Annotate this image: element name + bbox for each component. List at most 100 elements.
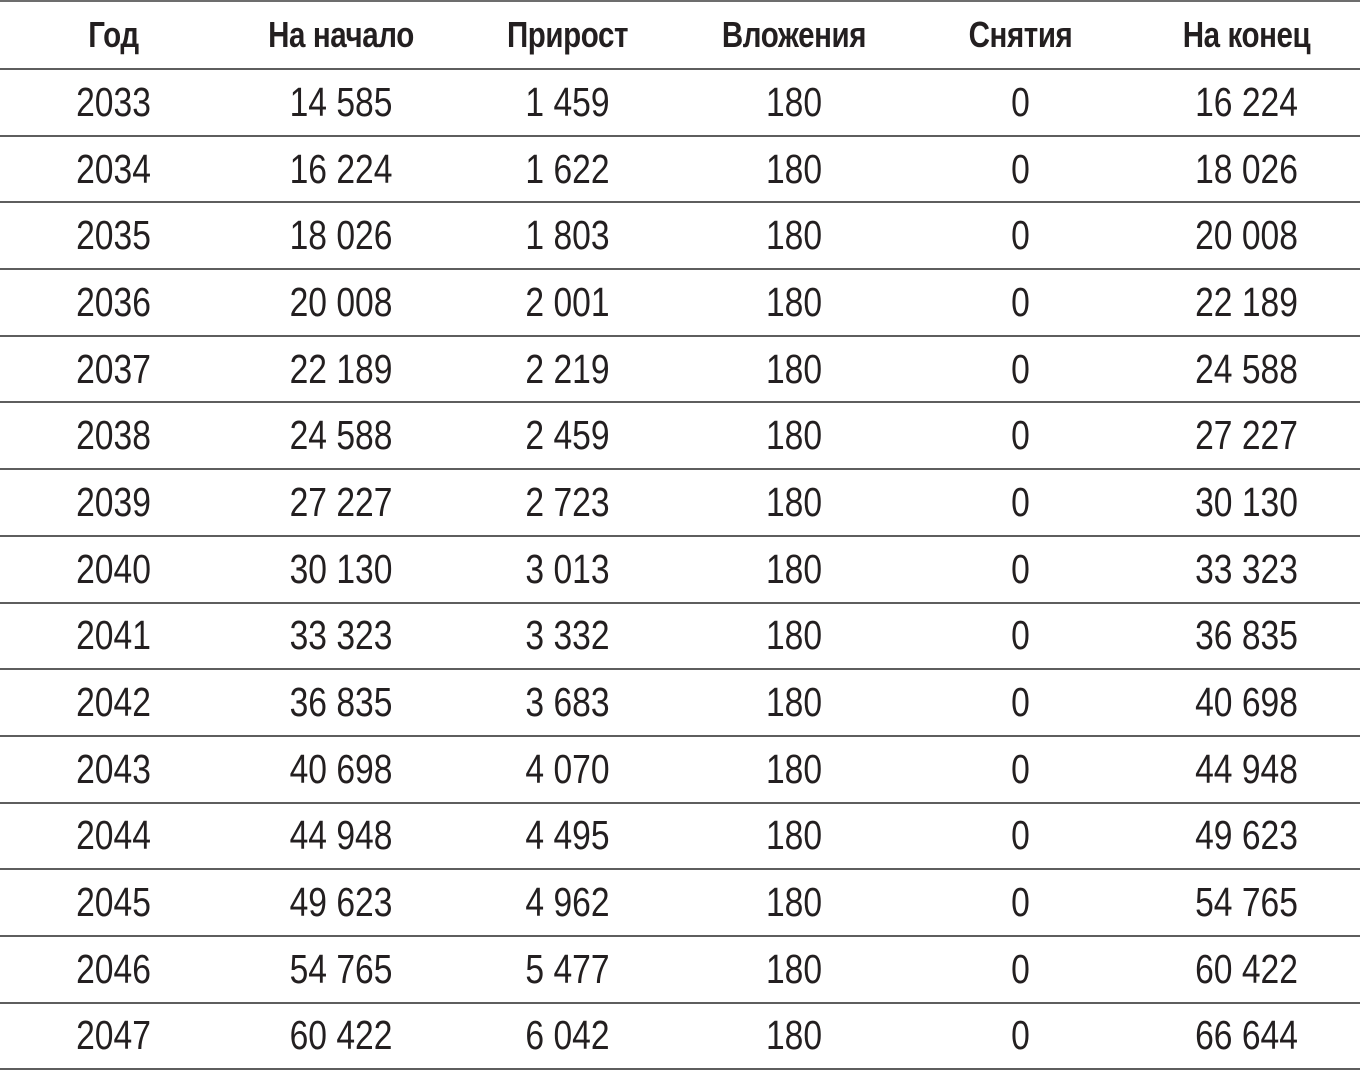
table-row: 2047 60 422 6 042 180 0 66 644 bbox=[0, 1004, 1360, 1070]
cell-start-balance: 30 130 bbox=[289, 545, 393, 592]
header-growth: Прирост bbox=[506, 14, 629, 55]
cell-contributions: 180 bbox=[765, 812, 823, 859]
table-row: 2036 20 008 2 001 180 0 22 189 bbox=[0, 270, 1360, 337]
cell-start-balance: 49 623 bbox=[289, 879, 393, 926]
table-row: 2034 16 224 1 622 180 0 18 026 bbox=[0, 137, 1360, 204]
cell-contributions: 180 bbox=[765, 879, 823, 926]
cell-end-balance: 20 008 bbox=[1195, 212, 1298, 259]
cell-growth: 2 219 bbox=[525, 345, 610, 392]
cell-withdrawals: 0 bbox=[1011, 212, 1030, 259]
cell-year: 2043 bbox=[76, 745, 151, 792]
cell-withdrawals: 0 bbox=[1011, 745, 1030, 792]
cell-start-balance: 24 588 bbox=[289, 412, 393, 459]
cell-withdrawals: 0 bbox=[1011, 1012, 1030, 1059]
cell-year: 2037 bbox=[76, 345, 151, 392]
cell-withdrawals: 0 bbox=[1011, 612, 1030, 659]
cell-year: 2045 bbox=[76, 879, 151, 926]
cell-withdrawals: 0 bbox=[1011, 412, 1030, 459]
cell-end-balance: 66 644 bbox=[1195, 1012, 1298, 1059]
cell-contributions: 180 bbox=[765, 1012, 823, 1059]
cell-contributions: 180 bbox=[765, 145, 823, 192]
cell-start-balance: 54 765 bbox=[289, 945, 393, 992]
cell-contributions: 180 bbox=[765, 212, 823, 259]
cell-growth: 1 459 bbox=[525, 78, 610, 125]
cell-end-balance: 16 224 bbox=[1195, 78, 1298, 125]
cell-year: 2035 bbox=[76, 212, 151, 259]
cell-end-balance: 36 835 bbox=[1195, 612, 1298, 659]
cell-end-balance: 18 026 bbox=[1195, 145, 1298, 192]
cell-start-balance: 27 227 bbox=[289, 478, 393, 525]
header-contributions: Вложения bbox=[721, 14, 867, 55]
cell-withdrawals: 0 bbox=[1011, 78, 1030, 125]
cell-growth: 5 477 bbox=[525, 945, 610, 992]
cell-year: 2034 bbox=[76, 145, 151, 192]
cell-start-balance: 22 189 bbox=[289, 345, 393, 392]
table-row: 2033 14 585 1 459 180 0 16 224 bbox=[0, 70, 1360, 137]
cell-year: 2046 bbox=[76, 945, 151, 992]
cell-contributions: 180 bbox=[765, 78, 823, 125]
cell-year: 2042 bbox=[76, 679, 151, 726]
cell-end-balance: 44 948 bbox=[1195, 745, 1298, 792]
table-row: 2043 40 698 4 070 180 0 44 948 bbox=[0, 737, 1360, 804]
cell-growth: 2 459 bbox=[525, 412, 610, 459]
cell-end-balance: 40 698 bbox=[1195, 679, 1298, 726]
cell-contributions: 180 bbox=[765, 679, 823, 726]
cell-contributions: 180 bbox=[765, 412, 823, 459]
cell-growth: 3 683 bbox=[525, 679, 610, 726]
cell-year: 2044 bbox=[76, 812, 151, 859]
cell-end-balance: 27 227 bbox=[1195, 412, 1298, 459]
table-row: 2037 22 189 2 219 180 0 24 588 bbox=[0, 337, 1360, 404]
cell-start-balance: 44 948 bbox=[289, 812, 393, 859]
cell-withdrawals: 0 bbox=[1011, 545, 1030, 592]
cell-year: 2039 bbox=[76, 478, 151, 525]
table-header-row: Год На начало Прирост Вложения Снятия На… bbox=[0, 2, 1360, 70]
cell-start-balance: 40 698 bbox=[289, 745, 393, 792]
cell-growth: 1 622 bbox=[525, 145, 610, 192]
cell-growth: 4 962 bbox=[525, 879, 610, 926]
cell-start-balance: 20 008 bbox=[289, 278, 393, 325]
cell-start-balance: 14 585 bbox=[289, 78, 393, 125]
cell-start-balance: 60 422 bbox=[289, 1012, 393, 1059]
cell-withdrawals: 0 bbox=[1011, 879, 1030, 926]
cell-withdrawals: 0 bbox=[1011, 278, 1030, 325]
cell-year: 2047 bbox=[76, 1012, 151, 1059]
cell-year: 2033 bbox=[76, 78, 151, 125]
cell-contributions: 180 bbox=[765, 612, 823, 659]
cell-start-balance: 16 224 bbox=[289, 145, 393, 192]
table-row: 2039 27 227 2 723 180 0 30 130 bbox=[0, 470, 1360, 537]
cell-withdrawals: 0 bbox=[1011, 145, 1030, 192]
table-row: 2045 49 623 4 962 180 0 54 765 bbox=[0, 870, 1360, 937]
table-row: 2044 44 948 4 495 180 0 49 623 bbox=[0, 804, 1360, 871]
cell-withdrawals: 0 bbox=[1011, 812, 1030, 859]
cell-withdrawals: 0 bbox=[1011, 679, 1030, 726]
cell-end-balance: 60 422 bbox=[1195, 945, 1298, 992]
cell-end-balance: 33 323 bbox=[1195, 545, 1298, 592]
cell-end-balance: 30 130 bbox=[1195, 478, 1298, 525]
cell-growth: 2 001 bbox=[525, 278, 610, 325]
cell-withdrawals: 0 bbox=[1011, 345, 1030, 392]
cell-withdrawals: 0 bbox=[1011, 945, 1030, 992]
cell-end-balance: 22 189 bbox=[1195, 278, 1298, 325]
cell-year: 2038 bbox=[76, 412, 151, 459]
cell-contributions: 180 bbox=[765, 545, 823, 592]
header-withdrawals: Снятия bbox=[968, 14, 1073, 55]
cell-year: 2041 bbox=[76, 612, 151, 659]
table-row: 2035 18 026 1 803 180 0 20 008 bbox=[0, 203, 1360, 271]
table-row: 2046 54 765 5 477 180 0 60 422 bbox=[0, 937, 1360, 1004]
cell-growth: 4 070 bbox=[525, 745, 610, 792]
cell-year: 2036 bbox=[76, 278, 151, 325]
cell-contributions: 180 bbox=[765, 478, 823, 525]
header-year: Год bbox=[88, 14, 139, 55]
savings-growth-table: Год На начало Прирост Вложения Снятия На… bbox=[0, 0, 1360, 1070]
cell-growth: 6 042 bbox=[525, 1012, 610, 1059]
cell-end-balance: 54 765 bbox=[1195, 879, 1298, 926]
cell-contributions: 180 bbox=[765, 745, 823, 792]
cell-growth: 4 495 bbox=[525, 812, 610, 859]
table-body: 2033 14 585 1 459 180 0 16 224 2034 16 224 1 622… bbox=[0, 70, 1360, 1070]
header-end-balance: На конец bbox=[1182, 14, 1311, 55]
cell-end-balance: 24 588 bbox=[1195, 345, 1298, 392]
cell-growth: 2 723 bbox=[525, 478, 610, 525]
cell-start-balance: 33 323 bbox=[289, 612, 393, 659]
header-start-balance: На начало bbox=[268, 14, 414, 55]
cell-start-balance: 36 835 bbox=[289, 679, 393, 726]
